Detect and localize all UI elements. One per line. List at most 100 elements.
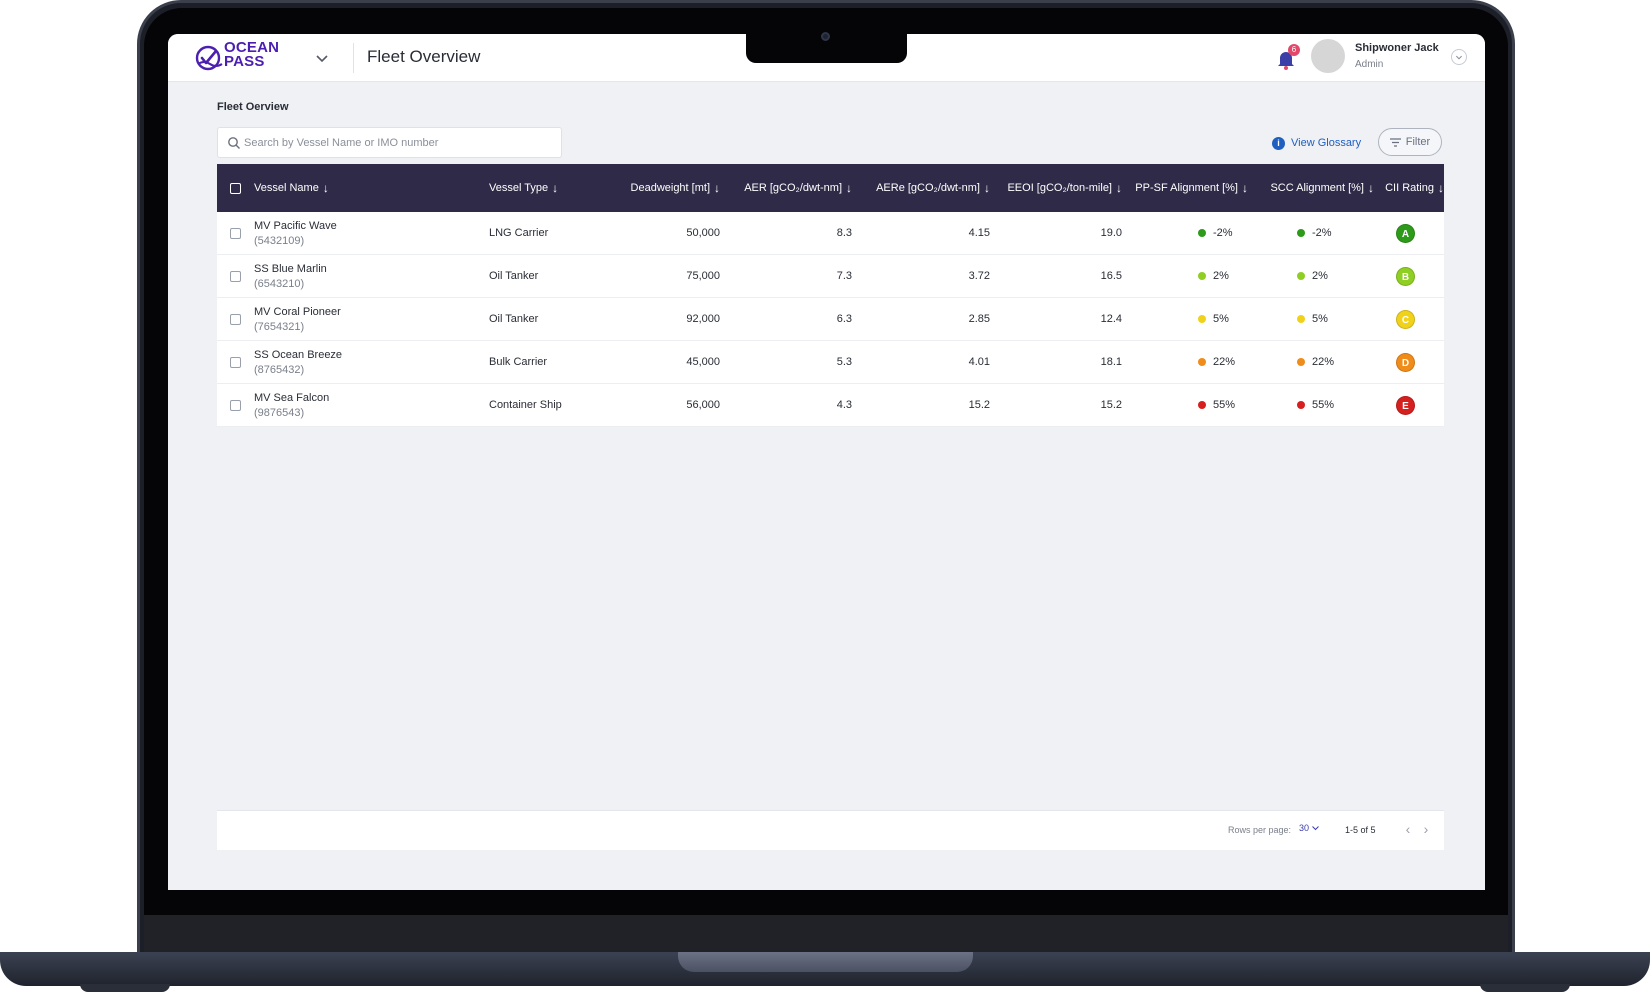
scc-value: 2%	[1312, 270, 1328, 282]
vessel-name[interactable]: SS Blue Marlin	[254, 263, 489, 275]
table-row[interactable]: SS Ocean Breeze (8765432) Bulk Carrier 45…	[217, 341, 1444, 384]
chevron-down-icon[interactable]	[312, 48, 332, 68]
vessel-type: Oil Tanker	[489, 313, 539, 325]
header-aer[interactable]: AER [gCO₂/dwt-nm] ↓	[720, 181, 852, 195]
header-label: AER [gCO₂/dwt-nm]	[744, 182, 842, 194]
prev-page-chevron-icon[interactable]: ‹	[1400, 821, 1416, 837]
filter-label: Filter	[1405, 136, 1431, 148]
laptop-hinge-notch	[678, 952, 973, 972]
row-checkbox[interactable]	[230, 356, 241, 368]
laptop-foot	[1480, 984, 1570, 992]
view-glossary-link[interactable]: i View Glossary	[1272, 135, 1361, 151]
table-row[interactable]: MV Sea Falcon (9876543) Container Ship 56…	[217, 384, 1444, 427]
deadweight-value: 50,000	[686, 227, 720, 239]
status-dot-icon	[1198, 315, 1206, 323]
search-box[interactable]	[217, 127, 562, 158]
header-label: AERe [gCO₂/dwt-nm]	[876, 182, 980, 194]
deadweight-value: 92,000	[686, 313, 720, 325]
ppsf-value: 22%	[1213, 356, 1236, 368]
deadweight-value: 56,000	[686, 399, 720, 411]
header-label: PP-SF Alignment [%]	[1135, 182, 1238, 194]
table-row[interactable]: MV Pacific Wave (5432109) LNG Carrier 50,…	[217, 212, 1444, 255]
vessel-name[interactable]: MV Pacific Wave	[254, 220, 489, 232]
breadcrumb: Fleet Oerview	[217, 101, 289, 113]
user-menu-chevron-icon[interactable]	[1451, 49, 1467, 65]
ppsf-value: 55%	[1213, 399, 1236, 411]
cii-rating-badge: E	[1396, 395, 1415, 415]
deadweight-value: 45,000	[686, 356, 720, 368]
aere-value: 3.72	[968, 270, 990, 282]
vessel-name[interactable]: MV Sea Falcon	[254, 392, 489, 404]
aere-value: 2.85	[968, 313, 990, 325]
rows-per-page-select[interactable]: 30	[1299, 823, 1319, 833]
header-label: EEOI [gCO₂/ton-mile]	[1007, 182, 1112, 194]
status-dot-icon	[1297, 272, 1305, 280]
page-range: 1-5 of 5	[1345, 825, 1376, 835]
logo-text: OCEAN PASS	[224, 40, 279, 70]
search-input[interactable]	[244, 128, 554, 157]
status-dot-icon	[1198, 401, 1206, 409]
scc-value: 5%	[1312, 313, 1328, 325]
laptop-foot	[80, 984, 170, 992]
status-dot-icon	[1297, 358, 1305, 366]
header-label: Deadweight [mt]	[630, 182, 710, 194]
vessel-type: Bulk Carrier	[489, 356, 548, 368]
vessel-type: LNG Carrier	[489, 227, 549, 239]
view-glossary-label: View Glossary	[1291, 137, 1362, 149]
vessel-name[interactable]: MV Coral Pioneer	[254, 306, 489, 318]
rows-per-page-value: 30	[1299, 823, 1310, 833]
row-checkbox[interactable]	[230, 399, 241, 411]
header-cii-rating[interactable]: CII Rating ↓	[1374, 181, 1444, 195]
aere-value: 4.15	[968, 227, 990, 239]
header-vessel-type[interactable]: Vessel Type ↓	[489, 181, 594, 195]
status-dot-icon	[1297, 229, 1305, 237]
sort-arrow-icon: ↓	[552, 181, 559, 195]
aer-value: 5.3	[836, 356, 852, 368]
eeoi-value: 18.1	[1100, 356, 1122, 368]
rows-per-page-label: Rows per page:	[1228, 825, 1292, 835]
camera-icon	[821, 32, 830, 41]
vessel-imo: (7654321)	[254, 320, 305, 333]
table-footer: Rows per page: 30 1-5 of 5 ‹ ›	[217, 810, 1444, 850]
header-label: Vessel Name	[254, 182, 319, 194]
logo-text-line2: PASS	[224, 53, 265, 70]
eeoi-value: 16.5	[1100, 270, 1122, 282]
sort-arrow-icon: ↓	[322, 181, 329, 195]
filter-icon	[1389, 137, 1401, 147]
vessel-imo: (6543210)	[254, 277, 305, 290]
scc-value: -2%	[1312, 227, 1332, 239]
select-all-checkbox[interactable]	[230, 182, 241, 194]
avatar[interactable]	[1311, 39, 1345, 73]
chevron-down-icon	[1312, 825, 1319, 830]
vessel-imo: (5432109)	[254, 234, 305, 247]
header-vessel-name[interactable]: Vessel Name ↓	[254, 181, 489, 195]
vessel-type: Oil Tanker	[489, 270, 539, 282]
notification-badge: 6	[1288, 44, 1300, 56]
vessel-name[interactable]: SS Ocean Breeze	[254, 349, 489, 361]
header-label: Vessel Type	[489, 182, 549, 194]
aere-value: 15.2	[968, 399, 990, 411]
app-screen: OCEAN PASS Fleet Overview 6 Shipwoner Ja…	[168, 34, 1485, 890]
table-row[interactable]: MV Coral Pioneer (7654321) Oil Tanker 92,…	[217, 298, 1444, 341]
user-role: Admin	[1355, 59, 1384, 70]
row-checkbox[interactable]	[230, 270, 241, 282]
status-dot-icon	[1297, 315, 1305, 323]
table-header: Vessel Name ↓ Vessel Type ↓ Deadweight [mt…	[217, 164, 1444, 212]
header-eeoi[interactable]: EEOI [gCO₂/ton-mile] ↓	[990, 181, 1122, 195]
row-checkbox[interactable]	[230, 227, 241, 239]
header-scc-alignment[interactable]: SCC Alignment [%] ↓	[1248, 181, 1374, 195]
laptop-chin	[144, 915, 1508, 955]
row-checkbox[interactable]	[230, 313, 241, 325]
vessel-imo: (8765432)	[254, 363, 305, 376]
cii-rating-badge: B	[1396, 266, 1415, 286]
next-page-chevron-icon[interactable]: ›	[1418, 821, 1434, 837]
header-deadweight[interactable]: Deadweight [mt] ↓	[594, 181, 720, 195]
table-row[interactable]: SS Blue Marlin (6543210) Oil Tanker 75,00…	[217, 255, 1444, 298]
status-dot-icon	[1198, 272, 1206, 280]
filter-button[interactable]: Filter	[1378, 128, 1442, 156]
header-label: CII Rating	[1385, 182, 1434, 194]
header-ppsf-alignment[interactable]: PP-SF Alignment [%] ↓	[1122, 181, 1248, 195]
header-aere[interactable]: AERe [gCO₂/dwt-nm] ↓	[852, 181, 990, 195]
cii-rating-badge: A	[1396, 223, 1415, 243]
deadweight-value: 75,000	[686, 270, 720, 282]
